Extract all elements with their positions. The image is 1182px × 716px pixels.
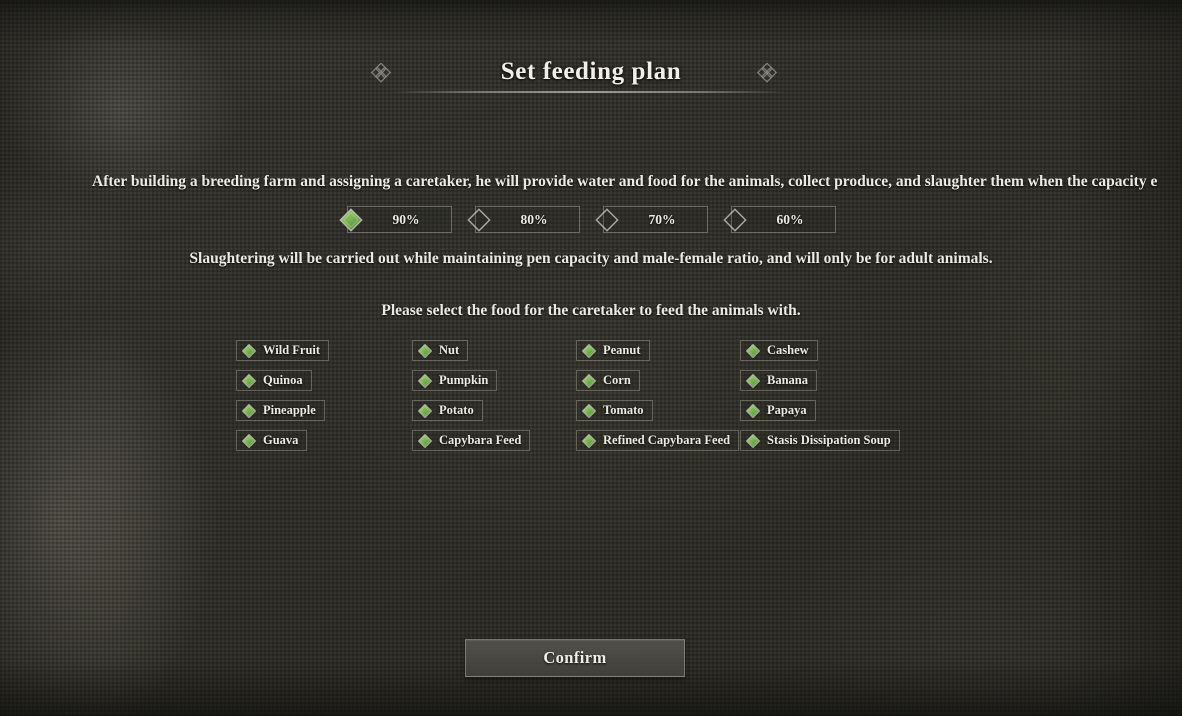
food-option-pineapple[interactable]: Pineapple <box>236 400 325 421</box>
page-title: Set feeding plan <box>500 58 682 85</box>
food-option-label: Capybara Feed <box>439 433 522 448</box>
diamond-filled-icon <box>338 207 364 233</box>
food-option-label: Guava <box>263 433 299 448</box>
slaughter-rule-description: Slaughtering will be carried out while m… <box>189 250 993 267</box>
dialog-header: Set feeding plan <box>0 52 1182 92</box>
feeding-plan-dialog: Set feeding plan After building a breedi… <box>0 0 1182 716</box>
food-grid-cell: Refined Capybara Feed <box>576 430 740 460</box>
food-option-peanut[interactable]: Peanut <box>576 340 650 361</box>
diamond-empty-icon <box>722 207 748 233</box>
diamond-filled-icon <box>241 343 257 359</box>
food-option-cashew[interactable]: Cashew <box>740 340 818 361</box>
food-option-label: Stasis Dissipation Soup <box>767 433 891 448</box>
food-option-label: Pumpkin <box>439 373 489 388</box>
diamond-filled-icon <box>417 343 433 359</box>
food-option-label: Refined Capybara Feed <box>603 433 731 448</box>
food-selection-prompt: Please select the food for the caretaker… <box>381 302 801 319</box>
food-option-corn[interactable]: Corn <box>576 370 640 391</box>
food-option-label: Corn <box>603 373 631 388</box>
food-option-label: Potato <box>439 403 474 418</box>
food-option-tomato[interactable]: Tomato <box>576 400 653 421</box>
food-option-label: Cashew <box>767 343 809 358</box>
diamond-filled-icon <box>417 433 433 449</box>
food-grid-cell: Stasis Dissipation Soup <box>740 430 916 460</box>
food-option-nut[interactable]: Nut <box>412 340 469 361</box>
food-option-label: Nut <box>439 343 460 358</box>
food-option-label: Pineapple <box>263 403 316 418</box>
food-option-guava[interactable]: Guava <box>236 430 308 451</box>
food-grid-cell: Quinoa <box>236 370 412 400</box>
food-grid-cell: Papaya <box>740 400 916 430</box>
capacity-threshold-options: 90% 80% 70% 60% <box>0 206 1182 233</box>
food-grid-cell: Nut <box>412 340 576 370</box>
food-grid-cell: Peanut <box>576 340 740 370</box>
diamond-filled-icon <box>581 433 597 449</box>
food-option-refined-capybara-feed[interactable]: Refined Capybara Feed <box>576 430 740 451</box>
food-option-label: Quinoa <box>263 373 303 388</box>
diamond-filled-icon <box>581 403 597 419</box>
diamond-filled-icon <box>417 373 433 389</box>
food-grid-cell: Tomato <box>576 400 740 430</box>
diamond-filled-icon <box>581 373 597 389</box>
food-option-label: Banana <box>767 373 808 388</box>
intro-description: After building a breeding farm and assig… <box>92 173 1158 190</box>
quatrefoil-ornament-icon-left <box>370 63 396 89</box>
food-grid-cell: Pumpkin <box>412 370 576 400</box>
capacity-option-70[interactable]: 70% <box>594 206 708 233</box>
capacity-option-80[interactable]: 80% <box>466 206 580 233</box>
food-selection-grid: Wild Fruit Nut Peanut Cashew Quinoa Pumpkin Co… <box>236 340 916 460</box>
diamond-filled-icon <box>745 373 761 389</box>
diamond-empty-icon <box>466 207 492 233</box>
food-option-potato[interactable]: Potato <box>412 400 483 421</box>
diamond-filled-icon <box>745 343 761 359</box>
diamond-filled-icon <box>745 433 761 449</box>
confirm-button[interactable]: Confirm <box>465 639 685 677</box>
diamond-filled-icon <box>241 403 257 419</box>
diamond-filled-icon <box>581 343 597 359</box>
food-option-wild-fruit[interactable]: Wild Fruit <box>236 340 330 361</box>
diamond-filled-icon <box>241 373 257 389</box>
food-grid-cell: Wild Fruit <box>236 340 412 370</box>
food-option-label: Wild Fruit <box>263 343 321 358</box>
food-option-pumpkin[interactable]: Pumpkin <box>412 370 498 391</box>
confirm-button-label: Confirm <box>543 648 607 667</box>
food-grid-cell: Banana <box>740 370 916 400</box>
food-option-banana[interactable]: Banana <box>740 370 817 391</box>
capacity-option-90[interactable]: 90% <box>338 206 452 233</box>
food-grid-cell: Guava <box>236 430 412 460</box>
food-option-stasis-dissipation-soup[interactable]: Stasis Dissipation Soup <box>740 430 900 451</box>
quatrefoil-ornament-icon-right <box>756 63 782 89</box>
food-grid-cell: Potato <box>412 400 576 430</box>
food-option-label: Tomato <box>603 403 644 418</box>
food-option-label: Peanut <box>603 343 641 358</box>
food-grid-cell: Corn <box>576 370 740 400</box>
food-option-capybara-feed[interactable]: Capybara Feed <box>412 430 531 451</box>
food-option-label: Papaya <box>767 403 807 418</box>
food-option-papaya[interactable]: Papaya <box>740 400 816 421</box>
diamond-filled-icon <box>745 403 761 419</box>
food-grid-cell: Cashew <box>740 340 916 370</box>
title-divider <box>393 91 785 93</box>
food-option-quinoa[interactable]: Quinoa <box>236 370 312 391</box>
food-grid-cell: Pineapple <box>236 400 412 430</box>
diamond-filled-icon <box>417 403 433 419</box>
diamond-filled-icon <box>241 433 257 449</box>
food-grid-cell: Capybara Feed <box>412 430 576 460</box>
diamond-empty-icon <box>594 207 620 233</box>
capacity-option-60[interactable]: 60% <box>722 206 836 233</box>
